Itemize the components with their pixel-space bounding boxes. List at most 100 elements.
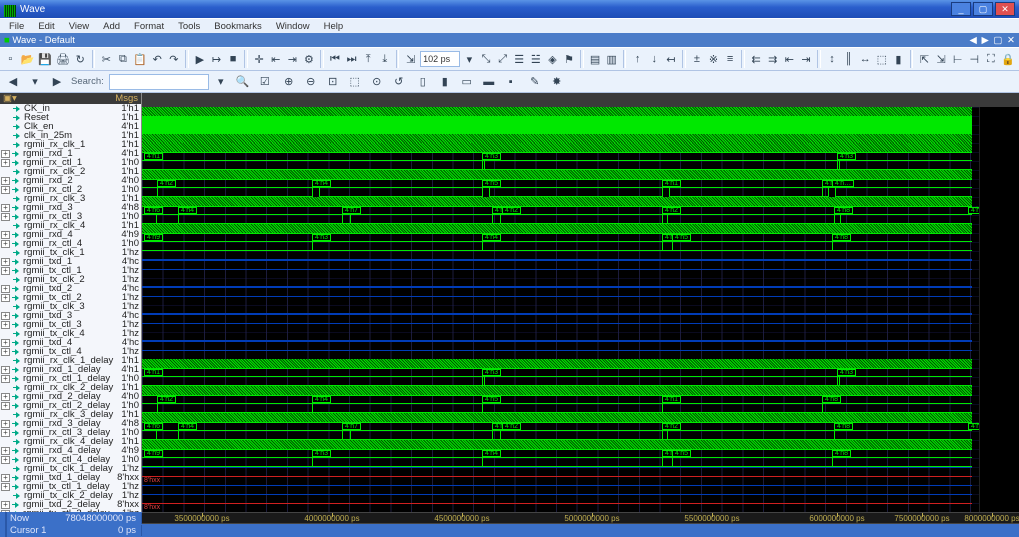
scroll-right-icon[interactable]: ⇉ (765, 49, 780, 69)
expand-toggle-icon[interactable]: + (1, 213, 10, 221)
zoom-full-icon[interactable]: ⊡ (323, 72, 343, 92)
scroll-end-icon[interactable]: ⇥ (799, 49, 814, 69)
print-icon[interactable]: 🖨 (55, 49, 71, 69)
copy-icon[interactable]: ⧉ (116, 49, 131, 69)
signal-row[interactable]: +rgmii_rx_ctl_3_delay1'h0 (0, 428, 141, 437)
wave-style1-icon[interactable]: ▯ (413, 72, 433, 92)
down-icon[interactable]: ↓ (647, 49, 662, 69)
fwd-nav-icon[interactable]: ▶ (47, 72, 67, 92)
format-hex-icon[interactable]: ± (690, 49, 705, 69)
signal-row[interactable]: rgmii_rx_clk_31'h1 (0, 194, 141, 203)
signal-row[interactable]: +rgmii_rxd_3_delay4'h8 (0, 419, 141, 428)
zoom-region-icon[interactable]: ⬚ (345, 72, 365, 92)
measure-icon[interactable]: ↔ (858, 49, 873, 69)
signal-row[interactable]: +rgmii_rx_ctl_31'h0 (0, 212, 141, 221)
run-icon[interactable]: ▶ (193, 49, 208, 69)
signal-row[interactable]: +rgmii_tx_ctl_31'hz (0, 320, 141, 329)
layout1-icon[interactable]: ▤ (588, 49, 603, 69)
zoom-in-icon[interactable]: ⊕ (279, 72, 299, 92)
reload-icon[interactable]: ↻ (73, 49, 88, 69)
redo-icon[interactable]: ↷ (167, 49, 182, 69)
group-icon[interactable]: ☰ (512, 49, 527, 69)
filter-icon[interactable]: ▣▾ (3, 93, 18, 104)
wave-panel[interactable]: 4'h14'h34'h34'h24'h44'h54'h14'h84'h…4'h6… (142, 93, 1019, 512)
wave-style5-icon[interactable]: ▪ (501, 72, 521, 92)
edge-next-icon[interactable]: ⤓ (377, 49, 392, 69)
ungroup-icon[interactable]: ☱ (529, 49, 544, 69)
signal-row[interactable]: +rgmii_rxd_1_delay4'h1 (0, 365, 141, 374)
zoom-cursor-icon[interactable]: ⊙ (367, 72, 387, 92)
menu-add[interactable]: Add (98, 20, 125, 33)
signal-row[interactable]: rgmii_rx_clk_11'h1 (0, 140, 141, 149)
time-ruler[interactable]: 3500000000 ps4000000000 ps4500000000 ps5… (142, 512, 1019, 524)
signal-row[interactable]: rgmii_tx_clk_1_delay1'hz (0, 464, 141, 473)
signal-row[interactable]: +rgmii_rx_ctl_2_delay1'h0 (0, 401, 141, 410)
divider-icon[interactable]: ║ (841, 49, 856, 69)
sub-close-button[interactable]: ✕ (1007, 35, 1015, 46)
fit-icon[interactable]: ⛶ (984, 49, 999, 69)
zoom-reset-icon[interactable]: ↺ (389, 72, 409, 92)
cursor-next-icon[interactable]: ⇥ (285, 49, 300, 69)
signal-row[interactable]: +rgmii_rxd_34'h8 (0, 203, 141, 212)
expand-toggle-icon[interactable]: + (1, 159, 10, 167)
stop-icon[interactable]: ■ (226, 49, 241, 69)
signal-row[interactable]: +rgmii_rx_ctl_11'h0 (0, 158, 141, 167)
signal-row[interactable]: +rgmii_tx_ctl_11'hz (0, 266, 141, 275)
expand-toggle-icon[interactable]: + (1, 474, 10, 482)
search-down-icon[interactable]: ▾ (211, 72, 231, 92)
gear-icon[interactable]: ⚙ (302, 49, 317, 69)
signal-row[interactable]: rgmii_rx_clk_1_delay1'h1 (0, 356, 141, 365)
signal-row[interactable]: CK_in1'h1 (0, 104, 141, 113)
find-next-icon[interactable]: ⏭ (344, 49, 359, 69)
signal-row[interactable]: rgmii_rx_clk_4_delay1'h1 (0, 437, 141, 446)
menu-window[interactable]: Window (271, 20, 315, 33)
expand-toggle-icon[interactable]: + (1, 501, 10, 509)
signal-row[interactable]: rgmii_rx_clk_21'h1 (0, 167, 141, 176)
annotate-icon[interactable]: ✎ (525, 72, 545, 92)
sub-right-button[interactable]: ▶ (981, 35, 988, 46)
cut-icon[interactable]: ✂ (99, 49, 114, 69)
search-input[interactable] (109, 74, 209, 90)
sub-max-button[interactable]: ▢ (993, 35, 1002, 46)
signal-row[interactable]: +rgmii_rxd_44'h9 (0, 230, 141, 239)
expand-toggle-icon[interactable]: + (1, 231, 10, 239)
expand-toggle-icon[interactable]: + (1, 402, 10, 410)
signal-row[interactable]: +rgmii_rxd_24'h0 (0, 176, 141, 185)
snap-right-icon[interactable]: ⇲ (934, 49, 949, 69)
menu-file[interactable]: File (4, 20, 29, 33)
signal-row[interactable]: rgmii_rx_clk_2_delay1'h1 (0, 383, 141, 392)
signal-row[interactable]: +rgmii_txd_24'hc (0, 284, 141, 293)
signal-row[interactable]: rgmii_tx_clk_11'hz (0, 248, 141, 257)
expand-toggle-icon[interactable]: + (1, 204, 10, 212)
new-icon[interactable]: ▫ (3, 49, 18, 69)
signal-row[interactable]: +rgmii_rx_ctl_4_delay1'h0 (0, 455, 141, 464)
highlight-icon[interactable]: ✸ (547, 72, 567, 92)
select-icon[interactable]: ⬚ (875, 49, 890, 69)
expand-toggle-icon[interactable]: + (1, 375, 10, 383)
paste-icon[interactable]: 📋 (132, 49, 148, 69)
left-out-icon[interactable]: ↤ (664, 49, 679, 69)
expand-toggle-icon[interactable]: + (1, 285, 10, 293)
menu-bookmarks[interactable]: Bookmarks (209, 20, 267, 33)
expand-toggle-icon[interactable]: + (1, 420, 10, 428)
signal-row[interactable]: clk_in_25m1'h1 (0, 131, 141, 140)
up-icon[interactable]: ↑ (630, 49, 645, 69)
expand-toggle-icon[interactable]: + (1, 447, 10, 455)
snap-left-icon[interactable]: ⇱ (917, 49, 932, 69)
scroll-left-icon[interactable]: ⇇ (749, 49, 764, 69)
ref-icon[interactable]: ◈ (545, 49, 560, 69)
menu-tools[interactable]: Tools (173, 20, 205, 33)
signal-row[interactable]: +rgmii_rxd_4_delay4'h9 (0, 446, 141, 455)
scroll-start-icon[interactable]: ⇤ (782, 49, 797, 69)
menu-help[interactable]: Help (319, 20, 349, 33)
edge-prev-icon[interactable]: ⤒ (361, 49, 376, 69)
layout2-icon[interactable]: ▥ (604, 49, 619, 69)
align-left-icon[interactable]: ⊢ (950, 49, 965, 69)
expand-toggle-icon[interactable]: + (1, 240, 10, 248)
time-unit-down-icon[interactable]: ▾ (462, 49, 477, 69)
signal-row[interactable]: +rgmii_txd_1_delay8'hxx (0, 473, 141, 482)
menu-down-icon[interactable]: ▾ (25, 72, 45, 92)
zoom-out-icon[interactable]: ⊖ (301, 72, 321, 92)
search-icon[interactable]: 🔍 (233, 72, 253, 92)
expand-toggle-icon[interactable]: + (1, 366, 10, 374)
